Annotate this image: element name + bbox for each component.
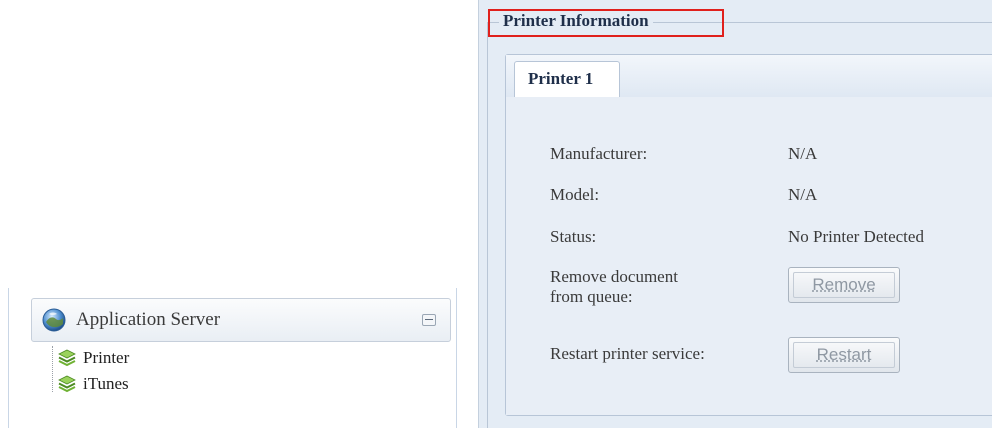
remove-label-line1: Remove document	[550, 267, 678, 286]
model-label: Model:	[550, 185, 600, 204]
restart-service-label: Restart printer service:	[550, 344, 705, 363]
restart-button-label: Restart	[816, 345, 872, 364]
collapse-icon[interactable]	[422, 314, 436, 326]
remove-document-label: Remove document from queue:	[550, 267, 678, 307]
tree-connector	[52, 346, 54, 392]
application-server-panel: Application Server Printer iTunes	[8, 288, 457, 428]
application-server-title: Application Server	[76, 309, 221, 330]
printer-details: Manufacturer: N/A Model: N/A Status: No …	[506, 97, 992, 415]
printer-information-panel: Printer Information Printer 1 Manufactur…	[478, 0, 992, 428]
highlight-annotation	[488, 9, 724, 37]
globe-icon	[42, 308, 66, 332]
status-label: Status:	[550, 227, 597, 246]
restart-button[interactable]: Restart	[788, 337, 900, 373]
manufacturer-value: N/A	[788, 144, 818, 163]
remove-button-label: Remove	[812, 275, 876, 294]
tree-item-label: Printer	[83, 348, 130, 367]
remove-button[interactable]: Remove	[788, 267, 900, 303]
application-server-header[interactable]: Application Server	[31, 298, 451, 342]
tab-strip: Printer 1	[506, 55, 992, 98]
manufacturer-label: Manufacturer:	[550, 144, 648, 163]
layers-icon	[57, 374, 77, 394]
fieldset-border	[487, 22, 488, 428]
layers-icon	[57, 348, 77, 368]
model-value: N/A	[788, 185, 818, 204]
remove-label-line2: from queue:	[550, 287, 633, 306]
tab-label: Printer 1	[528, 69, 594, 88]
printer-tab-panel: Printer 1 Manufacturer: N/A Model: N/A S…	[505, 54, 992, 416]
tree-item-label: iTunes	[83, 374, 129, 393]
tab-printer-1[interactable]: Printer 1	[514, 61, 620, 98]
status-value: No Printer Detected	[788, 227, 924, 246]
